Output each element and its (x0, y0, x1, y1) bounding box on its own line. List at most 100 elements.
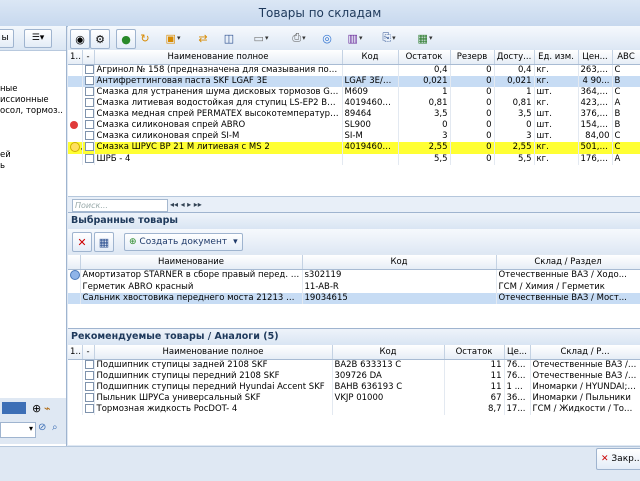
excel-icon[interactable]: ▦ (412, 29, 438, 47)
row-checkbox[interactable] (84, 404, 93, 413)
search-icon[interactable]: ⌕ (52, 422, 58, 433)
cell-abc: С (612, 64, 640, 76)
refresh-icon[interactable]: ↻ (136, 29, 154, 47)
grid-icon[interactable]: ▦ (94, 232, 114, 252)
col-header[interactable]: Код (342, 50, 399, 65)
search-input[interactable]: Поиск... (72, 199, 168, 212)
add-icon[interactable]: ◉ (70, 29, 90, 49)
cell-warehouse: Отечественные ВАЗ / Ход... (530, 359, 640, 371)
table-row[interactable]: Пыльник ШРУСа универсальный SKF VKJP 0100… (68, 393, 640, 404)
coin-icon[interactable]: ● (116, 29, 136, 49)
col-header[interactable]: Код (302, 255, 497, 270)
table-row[interactable]: Смазка ШРУС BP 21 M литиевая с MS 2 40194… (68, 142, 640, 154)
col-header[interactable]: 1.. (68, 50, 83, 65)
tree-item[interactable] (0, 128, 63, 139)
clear-filter-icon[interactable]: ⊘ (38, 422, 46, 433)
col-header[interactable]: Наименование полное (94, 345, 333, 360)
tree-item[interactable]: иссионные (0, 95, 63, 106)
list-item[interactable]: Амортизатор STARNER в сборе правый перед… (68, 269, 640, 282)
col-header[interactable]: АВС (612, 50, 640, 65)
list-view-icon[interactable]: ☰▾ (24, 29, 52, 48)
tree-item[interactable]: ь (0, 161, 63, 172)
col-header[interactable]: Склад / Р... (530, 345, 640, 360)
remove-icon[interactable]: ✕ (72, 232, 92, 252)
col-header[interactable]: Досту... (494, 50, 535, 65)
row-checkbox[interactable] (84, 98, 93, 107)
table-row[interactable]: Подшипник ступицы задней 2108 SKF BA2B 63… (68, 359, 640, 371)
table-row[interactable]: Смазка для устранения шума дисковых торм… (68, 87, 640, 98)
row-checkbox[interactable] (84, 371, 93, 380)
col-header[interactable]: Наименование (80, 255, 303, 270)
filter-select[interactable]: ▾ (0, 422, 36, 438)
table-row[interactable]: Агринол № 158 (предназначена для смазыва… (68, 64, 640, 76)
table-row[interactable]: Антифреттинговая паста SKF LGAF 3E LGAF 3… (68, 76, 640, 87)
cell-abc: В (612, 76, 640, 87)
row-checkbox[interactable] (84, 65, 93, 74)
col-header[interactable]: - (82, 345, 95, 360)
col-header[interactable]: Наименование полное (94, 50, 343, 65)
col-header[interactable]: Остаток (444, 345, 505, 360)
move-icon[interactable]: ⇄ (194, 29, 212, 47)
col-header[interactable]: Остаток (398, 50, 451, 65)
row-checkbox[interactable] (84, 87, 93, 96)
tree-item[interactable]: ные (0, 84, 63, 95)
chart-icon[interactable]: ▥ (342, 29, 368, 47)
table-row[interactable]: Смазка силиконовая спрей ABRO SL900 0 0 0 шт.… (68, 120, 640, 131)
scroll-left-icon[interactable] (2, 402, 26, 414)
col-header[interactable]: Це... (504, 345, 531, 360)
category-tree[interactable]: ные иссионные осол, тормоз.. ей ь (0, 84, 63, 172)
col-header[interactable]: Цен... (578, 50, 613, 65)
row-checkbox[interactable] (84, 120, 93, 129)
table-row[interactable]: Подшипник ступицы передний Hyundai Accen… (68, 382, 640, 393)
col-header[interactable]: Склад / Раздел (496, 255, 640, 270)
broom-icon[interactable]: ⌁ (44, 402, 51, 415)
table-row[interactable]: Смазка литиевая водостойкая для ступиц L… (68, 98, 640, 109)
row-checkbox[interactable] (84, 153, 93, 163)
tree-item[interactable]: ей (0, 150, 63, 161)
row-checkbox[interactable] (84, 131, 93, 140)
col-header[interactable]: - (82, 50, 95, 65)
table-row[interactable]: ШРБ - 4 5,5 0 5,5 кг. 176,00 А (68, 153, 640, 165)
col-header[interactable]: Резерв (450, 50, 495, 65)
table-row[interactable]: Смазка медная спрей PERMATEX высокотемпе… (68, 109, 640, 120)
col-header[interactable]: Ед. изм. (534, 50, 579, 65)
row-checkbox[interactable] (84, 76, 93, 85)
cell-unit: кг. (534, 64, 579, 76)
nav-buttons[interactable]: ◂◂ ◂ ▸ ▸▸ (170, 200, 202, 209)
left-panel-button[interactable]: ы (0, 29, 14, 48)
binoculars-icon[interactable]: ⊕ (32, 402, 41, 415)
cell-name: Подшипник ступицы задней 2108 SKF (94, 359, 333, 371)
table-row[interactable]: Смазка силиконовая спрей SI-M SI-M 3 0 3 шт. 8… (68, 131, 640, 142)
table-row[interactable]: Тормозная жидкость PocDOT- 4 8,7 17... ГСМ … (68, 404, 640, 415)
row-checkbox[interactable] (84, 109, 93, 118)
row-checkbox[interactable] (84, 382, 93, 391)
tree-item[interactable]: осол, тормоз.. (0, 106, 63, 117)
row-checkbox[interactable] (84, 142, 93, 152)
grid-header-row: 1.. - Наименование полное Код Остаток Це… (68, 345, 640, 360)
folder-icon[interactable]: ▣ (160, 29, 186, 47)
recommended-grid: 1.. - Наименование полное Код Остаток Це… (68, 345, 640, 445)
export-icon[interactable]: ⎘ (376, 29, 402, 47)
col-header[interactable]: Код (332, 345, 445, 360)
window-title: Товары по складам (258, 6, 382, 20)
table-row[interactable]: Подшипник ступицы передний 2108 SKF 30972… (68, 371, 640, 382)
recommended-section-title: Рекомендуемые товары / Аналоги (5) (68, 328, 640, 346)
split-view-icon[interactable]: ◫ (220, 29, 238, 47)
close-button[interactable]: ✕ Закр... (596, 448, 640, 470)
tree-item[interactable] (0, 117, 63, 128)
cell-warehouse: Отечественные ВАЗ / Ход... (530, 371, 640, 382)
tree-item[interactable] (0, 139, 63, 150)
create-document-button[interactable]: ⊕ Создать документ ▾ (124, 233, 243, 251)
list-item[interactable]: Сальник хвостовика переднего моста 21213… (68, 292, 640, 304)
cell-stock: 0,021 (398, 76, 451, 87)
selected-grid: Наименование Код Склад / Раздел Амортиза… (68, 255, 640, 331)
cell-price: 364,00 (578, 87, 613, 98)
truck-icon[interactable]: ▭ (244, 29, 278, 47)
list-item[interactable]: Герметик ABRO красный 11-AB-R ГСМ / Химия … (68, 281, 640, 293)
print-icon[interactable]: ⎙ (286, 29, 312, 47)
row-checkbox[interactable] (84, 393, 93, 402)
col-header[interactable]: 1.. (68, 345, 83, 360)
gear-icon[interactable]: ⚙ (90, 29, 110, 49)
globe-icon[interactable]: ◎ (318, 29, 336, 47)
row-checkbox[interactable] (84, 360, 93, 369)
